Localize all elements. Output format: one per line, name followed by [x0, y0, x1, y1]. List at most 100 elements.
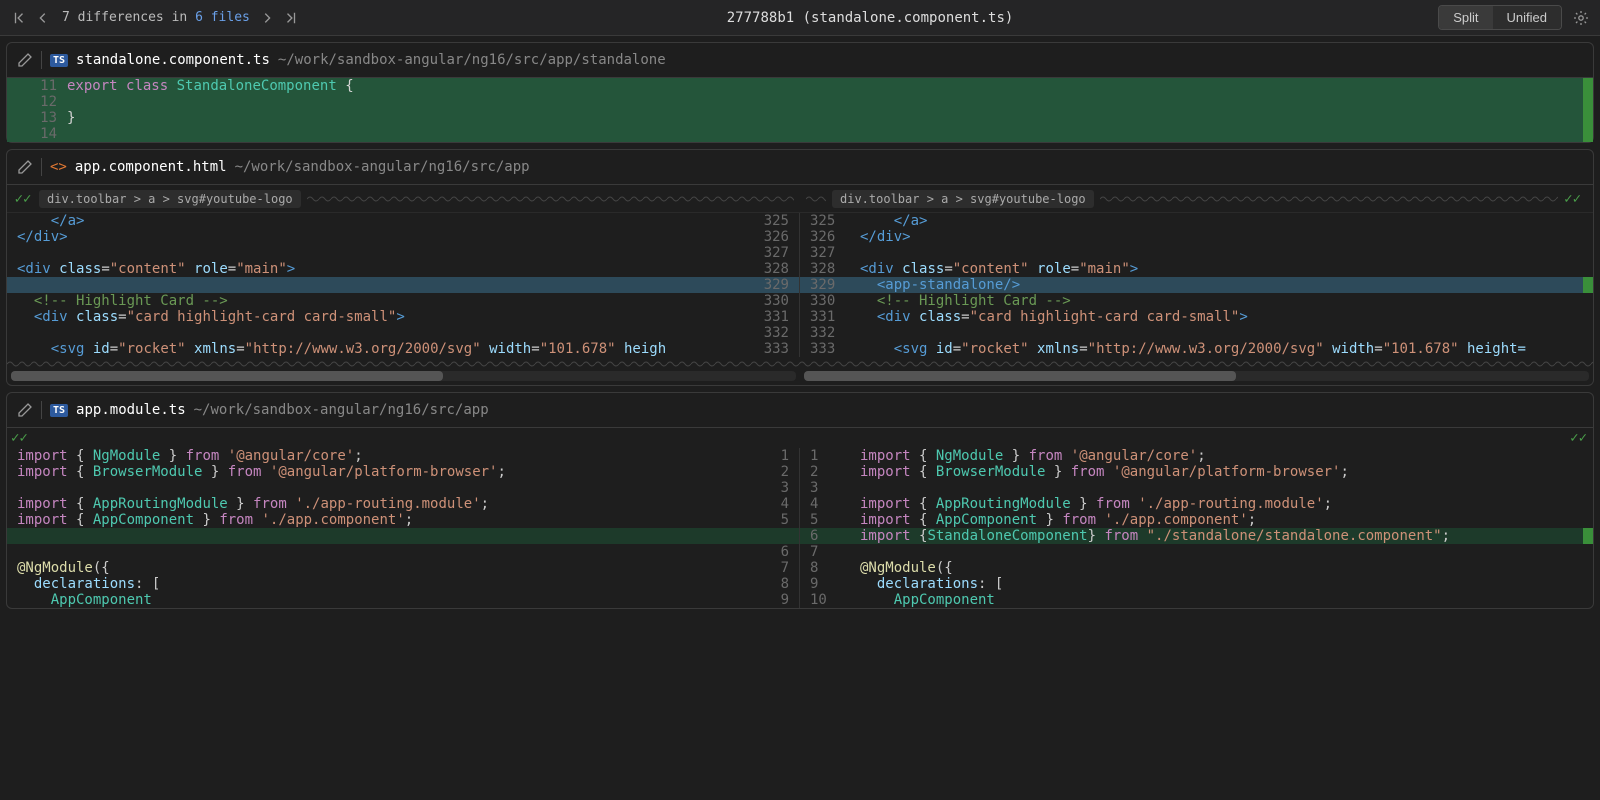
line-number-left: 327	[739, 245, 799, 261]
code-line[interactable]: import { NgModule } from '@angular/core'…	[7, 448, 1593, 464]
code-content-left: import { NgModule } from '@angular/core'…	[17, 448, 739, 464]
code-line[interactable]: 327327	[7, 245, 1593, 261]
code-line[interactable]: 329329 <app-standalone/>	[7, 277, 1593, 293]
split-view-button[interactable]: Split	[1439, 6, 1492, 29]
code-line[interactable]: <!-- Highlight Card -->330330 <!-- Highl…	[7, 293, 1593, 309]
unified-view-button[interactable]: Unified	[1493, 6, 1561, 29]
change-marker	[1583, 245, 1593, 261]
line-number-right: 10	[800, 592, 860, 608]
change-marker	[1583, 592, 1593, 608]
line-number-right: 9	[800, 576, 860, 592]
code-content-left	[17, 245, 739, 261]
code-line[interactable]: </a>325325 </a>	[7, 213, 1593, 229]
code-line[interactable]: 67	[7, 544, 1593, 560]
code-line[interactable]: <div class="content" role="main">328328<…	[7, 261, 1593, 277]
code-line[interactable]: 33	[7, 480, 1593, 496]
change-marker	[7, 464, 17, 480]
code-content-left: <!-- Highlight Card -->	[17, 293, 739, 309]
line-number: 12	[7, 94, 67, 110]
line-number-left: 2	[739, 464, 799, 480]
code-line[interactable]: 332332	[7, 325, 1593, 341]
code-line[interactable]: 12	[7, 94, 1593, 110]
scroll-right[interactable]	[804, 371, 1589, 381]
code-line[interactable]: declarations: [89 declarations: [	[7, 576, 1593, 592]
first-diff-button[interactable]	[8, 7, 30, 29]
code-line[interactable]: 11export class StandaloneComponent {	[7, 78, 1593, 94]
code-content-left: import { AppRoutingModule } from './app-…	[17, 496, 739, 512]
line-number-left: 329	[739, 277, 799, 293]
change-marker	[1583, 229, 1593, 245]
code-content-left: </div>	[17, 229, 739, 245]
settings-button[interactable]	[1570, 7, 1592, 29]
code-line[interactable]: <svg id="rocket" xmlns="http://www.w3.or…	[7, 341, 1593, 357]
breadcrumb-right[interactable]: div.toolbar > a > svg#youtube-logo	[832, 190, 1094, 208]
change-marker	[7, 480, 17, 496]
change-marker	[1583, 576, 1593, 592]
code-content-left	[17, 277, 739, 293]
last-diff-button[interactable]	[280, 7, 302, 29]
line-number-left: 7	[739, 560, 799, 576]
change-marker	[7, 261, 17, 277]
file-section-app-html: <> app.component.html ~/work/sandbox-ang…	[6, 149, 1594, 386]
collapsed-indicator[interactable]	[7, 357, 1593, 371]
change-marker	[1583, 94, 1593, 110]
code-line[interactable]: import { AppRoutingModule } from './app-…	[7, 496, 1593, 512]
code-line[interactable]: 6import {StandaloneComponent} from "./st…	[7, 528, 1593, 544]
code-content-right	[860, 480, 1583, 496]
line-number-right: 8	[800, 560, 860, 576]
change-marker	[1583, 325, 1593, 341]
code-content-left: declarations: [	[17, 576, 739, 592]
code-line[interactable]: AppComponent910 AppComponent	[7, 592, 1593, 608]
line-number: 11	[7, 78, 67, 94]
code-content-right: import {StandaloneComponent} from "./sta…	[860, 528, 1583, 544]
code-content-left: @NgModule({	[17, 560, 739, 576]
breadcrumb-left[interactable]: div.toolbar > a > svg#youtube-logo	[39, 190, 301, 208]
edit-icon[interactable]	[17, 52, 33, 68]
code-line[interactable]: </div>326326</div>	[7, 229, 1593, 245]
diff-header: 7 differences in 6 files 277788b1 (stand…	[0, 0, 1600, 36]
check-icon: ✓✓	[1570, 430, 1587, 446]
code-content-left: <div class="card highlight-card card-sma…	[17, 309, 739, 325]
html-icon: <>	[50, 159, 67, 175]
change-marker	[7, 293, 17, 309]
file-name[interactable]: app.module.ts	[76, 402, 186, 418]
line-number: 13	[7, 110, 67, 126]
collapsed-indicator[interactable]	[806, 195, 826, 203]
collapsed-indicator[interactable]	[1100, 195, 1559, 203]
line-number-right: 329	[800, 277, 860, 293]
nav-buttons-forward	[256, 7, 302, 29]
collapsed-indicator[interactable]	[307, 195, 794, 203]
code-content-right	[860, 245, 1583, 261]
change-marker	[1583, 126, 1593, 142]
diff-files-link[interactable]: 6 files	[195, 10, 250, 25]
file-header: <> app.component.html ~/work/sandbox-ang…	[7, 150, 1593, 185]
change-marker	[7, 576, 17, 592]
code-line[interactable]: 13}	[7, 110, 1593, 126]
line-number-left: 328	[739, 261, 799, 277]
code-content-left: <svg id="rocket" xmlns="http://www.w3.or…	[17, 341, 739, 357]
code-line[interactable]: import { AppComponent } from './app.comp…	[7, 512, 1593, 528]
change-marker	[7, 544, 17, 560]
line-number-left: 5	[739, 512, 799, 528]
scroll-left[interactable]	[11, 371, 796, 381]
code-content-left: <div class="content" role="main">	[17, 261, 739, 277]
code-line[interactable]: <div class="card highlight-card card-sma…	[7, 309, 1593, 325]
change-marker	[7, 309, 17, 325]
change-marker	[7, 245, 17, 261]
code-line[interactable]: @NgModule({78@NgModule({	[7, 560, 1593, 576]
code-line[interactable]: 14	[7, 126, 1593, 142]
change-marker	[1583, 448, 1593, 464]
edit-icon[interactable]	[17, 402, 33, 418]
code-content-right: import { BrowserModule } from '@angular/…	[860, 464, 1583, 480]
change-marker	[1583, 78, 1593, 94]
file-name[interactable]: standalone.component.ts	[76, 52, 270, 68]
code-line[interactable]: import { BrowserModule } from '@angular/…	[7, 464, 1593, 480]
line-number-right: 6	[800, 528, 860, 544]
prev-diff-button[interactable]	[32, 7, 54, 29]
edit-icon[interactable]	[17, 159, 33, 175]
code-content-right: <div class="card highlight-card card-sma…	[860, 309, 1583, 325]
file-name[interactable]: app.component.html	[75, 159, 227, 175]
next-diff-button[interactable]	[256, 7, 278, 29]
code-content-right: AppComponent	[860, 592, 1583, 608]
line-number-right: 5	[800, 512, 860, 528]
